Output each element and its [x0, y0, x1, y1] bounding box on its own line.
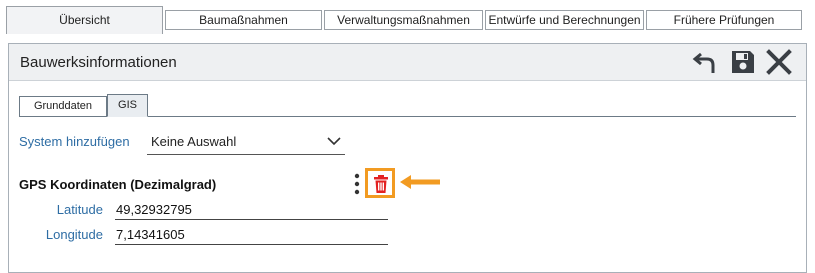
undo-icon [692, 52, 715, 73]
save-icon [732, 51, 754, 73]
tab-gis[interactable]: GIS [107, 94, 148, 117]
tab-grunddaten[interactable]: Grunddaten [19, 96, 107, 117]
panel-title: Bauwerksinformationen [20, 54, 177, 71]
tab-baumassnahmen[interactable]: Baumaßnahmen [165, 10, 322, 30]
tab-uebersicht[interactable]: Übersicht [6, 6, 163, 34]
delete-button[interactable] [365, 168, 395, 198]
close-icon [766, 49, 792, 75]
latitude-value: 49,32932795 [116, 202, 192, 217]
tab-fruehere-pruefungen[interactable]: Frühere Prüfungen [646, 10, 802, 30]
latitude-field[interactable]: 49,32932795 [115, 199, 388, 220]
latitude-label: Latitude [56, 202, 103, 217]
system-label: System hinzufügen [19, 134, 130, 149]
panel-header: Bauwerksinformationen [9, 44, 806, 81]
close-button[interactable] [766, 49, 792, 75]
longitude-label: Longitude [45, 227, 103, 242]
system-select[interactable]: Keine Auswahl [147, 130, 345, 155]
system-select-value: Keine Auswahl [151, 134, 237, 149]
inner-tab-strip: Grunddaten GIS [19, 94, 796, 117]
tab-verwaltungsmassnahmen[interactable]: Verwaltungsmaßnahmen [324, 10, 483, 30]
longitude-value: 7,14341605 [116, 227, 185, 242]
tab-entwuerfe-und-berechnungen[interactable]: Entwürfe und Berechnungen [485, 10, 644, 30]
highlight-arrow-icon [400, 175, 440, 189]
chevron-down-icon [327, 137, 341, 146]
gps-section-title: GPS Koordinaten (Dezimalgrad) [19, 177, 217, 192]
undo-button[interactable] [692, 49, 718, 75]
longitude-field[interactable]: 7,14341605 [115, 224, 388, 245]
save-button[interactable] [730, 49, 756, 75]
top-tab-strip: Übersicht Baumaßnahmen Verwaltungsmaßnah… [0, 0, 815, 34]
trash-icon [374, 175, 388, 193]
kebab-menu-icon[interactable] [352, 172, 362, 196]
